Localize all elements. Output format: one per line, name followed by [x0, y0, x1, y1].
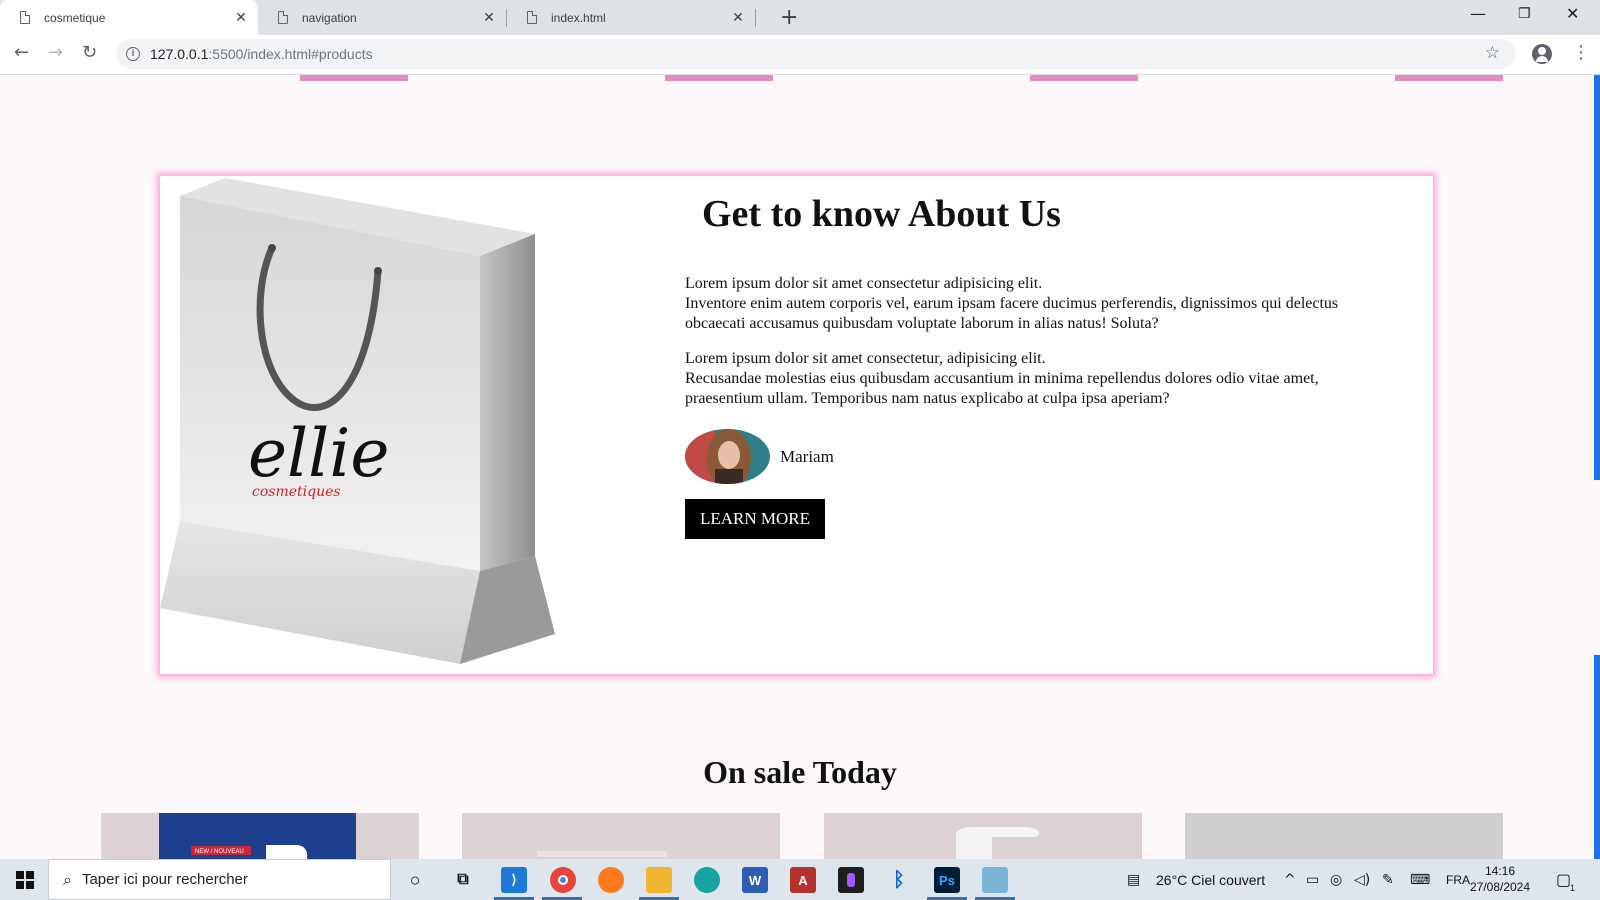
product-card-accent: [665, 75, 773, 81]
tab-navigation[interactable]: navigation ✕: [258, 0, 506, 35]
bag-subbrand-text: cosmetiques: [252, 484, 341, 500]
page-viewport: ellie cosmetiques Get to know About Us L…: [0, 75, 1600, 859]
browser-tab-bar: cosmetique ✕ navigation ✕ index.html ✕ +…: [0, 0, 1600, 35]
document-icon: [20, 11, 30, 24]
about-line: Recusandae molestias eius quibusdam accu…: [685, 370, 1319, 407]
notification-icon[interactable]: ▢: [1556, 870, 1571, 889]
task-view-icon[interactable]: ⧉: [450, 867, 476, 893]
product-image: NEW / NOUVEAU: [159, 813, 356, 859]
tab-cosmetique[interactable]: cosmetique ✕: [0, 0, 258, 35]
profile-icon[interactable]: [1532, 44, 1552, 64]
chrome-icon[interactable]: [550, 867, 576, 893]
file-explorer-icon[interactable]: [646, 867, 672, 893]
sale-product-card[interactable]: [1185, 813, 1503, 859]
close-tab-icon[interactable]: ✕: [480, 9, 498, 26]
url-host: 127.0.0.1: [150, 46, 209, 62]
about-title: Get to know About Us: [702, 193, 1061, 235]
product-card-accent: [300, 75, 408, 81]
photoshop-icon[interactable]: Ps: [934, 867, 960, 893]
back-icon[interactable]: ←: [14, 42, 29, 63]
bag-brand-text: ellie: [248, 415, 389, 492]
sale-product-card[interactable]: [462, 813, 780, 859]
forward-icon[interactable]: →: [48, 42, 63, 63]
windows-start-icon[interactable]: [16, 871, 34, 889]
restore-icon[interactable]: ❐: [1518, 6, 1531, 22]
new-tab-icon[interactable]: +: [780, 5, 798, 30]
about-section: ellie cosmetiques Get to know About Us L…: [159, 175, 1434, 675]
clock-time: 14:16: [1484, 864, 1516, 878]
taskbar: ⌕ Taper ici pour rechercher ○ ⧉ ⟩ W A ᛒ …: [0, 859, 1600, 900]
word-icon[interactable]: W: [742, 867, 768, 893]
product-card-accent: [1030, 75, 1138, 81]
battery-icon[interactable]: ▭: [1306, 872, 1319, 888]
app-icon[interactable]: [982, 867, 1008, 893]
scroll-indicator: [1594, 75, 1600, 480]
search-placeholder: Taper ici pour rechercher: [81, 871, 248, 888]
about-line: Inventore enim autem corporis vel, earum…: [685, 295, 1339, 332]
product-image: [537, 851, 667, 857]
address-bar[interactable]: i 127.0.0.1:5500/index.html#products ☆: [116, 39, 1516, 69]
clock-date: 27/08/2024: [1469, 880, 1531, 894]
firefox-icon[interactable]: [598, 867, 624, 893]
author: Mariam: [685, 429, 834, 484]
product-badge-text: NEW / NOUVEAU: [195, 849, 244, 855]
vscode-icon[interactable]: ⟩: [501, 867, 527, 893]
bluetooth-icon[interactable]: ᛒ: [886, 867, 912, 893]
chevron-up-icon[interactable]: ^: [1284, 872, 1296, 888]
avatar: [685, 429, 770, 484]
minimize-icon[interactable]: —: [1470, 4, 1486, 23]
close-tab-icon[interactable]: ✕: [729, 9, 747, 26]
cortana-icon[interactable]: ○: [402, 867, 428, 893]
tab-label: cosmetique: [44, 10, 106, 25]
access-icon[interactable]: A: [790, 867, 816, 893]
edge-icon[interactable]: [694, 867, 720, 893]
tab-separator: [755, 9, 756, 27]
browser-toolbar: ← → ↻ i 127.0.0.1:5500/index.html#produc…: [0, 35, 1600, 75]
product-card-accent: [1395, 75, 1503, 81]
pen-icon[interactable]: ✎: [1382, 872, 1394, 888]
notification-count: 1: [1570, 883, 1576, 893]
about-line: Lorem ipsum dolor sit amet consectetur, …: [685, 350, 1046, 367]
close-tab-icon[interactable]: ✕: [232, 9, 250, 26]
sale-product-card[interactable]: [824, 813, 1142, 859]
menu-icon[interactable]: ⋮: [1572, 42, 1590, 63]
sale-section-title: On sale Today: [703, 754, 897, 790]
close-window-icon[interactable]: ✕: [1566, 4, 1579, 23]
tab-label: index.html: [551, 10, 606, 25]
document-icon: [527, 11, 537, 24]
reload-icon[interactable]: ↻: [82, 42, 97, 63]
product-image: [956, 827, 1040, 859]
tab-label: navigation: [302, 10, 357, 25]
url-path: :5500/index.html#products: [208, 46, 373, 62]
document-icon: [278, 11, 288, 24]
clock[interactable]: 14:16 27/08/2024: [1466, 863, 1534, 895]
about-line: Lorem ipsum dolor sit amet consectetur a…: [685, 275, 1043, 292]
figma-icon[interactable]: [838, 867, 864, 893]
search-icon: ⌕: [63, 869, 72, 889]
sale-product-card[interactable]: NEW / NOUVEAU: [101, 813, 419, 859]
author-name: Mariam: [780, 446, 834, 466]
shopping-bag-image: ellie cosmetiques: [160, 178, 555, 664]
tab-index[interactable]: index.html ✕: [507, 0, 755, 35]
keyboard-icon[interactable]: ⌨: [1410, 872, 1430, 888]
about-text: Lorem ipsum dolor sit amet consectetur a…: [685, 274, 1395, 424]
taskbar-search-input[interactable]: ⌕ Taper ici pour rechercher: [48, 859, 391, 900]
weather-icon[interactable]: ▤: [1127, 872, 1140, 888]
volume-icon[interactable]: ◁): [1354, 872, 1370, 888]
info-icon[interactable]: i: [126, 47, 140, 61]
about-paragraph: Lorem ipsum dolor sit amet consectetur a…: [685, 274, 1395, 334]
network-icon[interactable]: ◎: [1330, 872, 1342, 888]
learn-more-button[interactable]: LEARN MORE: [685, 499, 825, 539]
weather-text[interactable]: 26°C Ciel couvert: [1156, 872, 1265, 888]
about-paragraph: Lorem ipsum dolor sit amet consectetur, …: [685, 349, 1395, 409]
bookmark-star-icon[interactable]: ☆: [1485, 43, 1500, 63]
